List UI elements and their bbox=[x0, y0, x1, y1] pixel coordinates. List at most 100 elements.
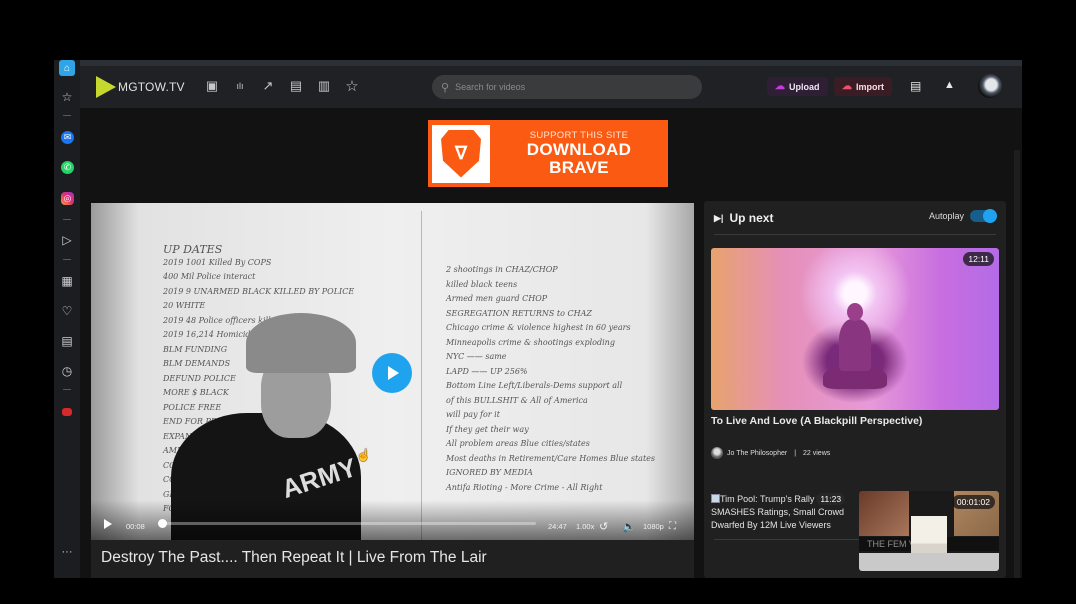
whiteboard-note: 2 shootings in CHAZ/CHOP bbox=[446, 265, 558, 274]
whiteboard-note: Chicago crime & violence highest in 60 y… bbox=[446, 323, 631, 332]
youtube-icon[interactable] bbox=[62, 408, 72, 416]
broken-image-icon bbox=[711, 494, 720, 503]
autoplay-control[interactable]: Autoplay bbox=[928, 209, 997, 223]
ad-headline-2: BRAVE bbox=[549, 158, 609, 177]
whiteboard-note: LAPD —— UP 256% bbox=[446, 366, 528, 376]
autoplay-toggle[interactable] bbox=[970, 209, 997, 223]
star-icon[interactable]: ☆ bbox=[344, 78, 360, 95]
page-scrollbar[interactable] bbox=[1014, 150, 1020, 578]
brave-ad-banner[interactable]: ᐁ SUPPORT THIS SITE DOWNLOAD BRAVE bbox=[428, 120, 668, 187]
presenter-cap bbox=[246, 313, 356, 373]
up-next-header: ▶| Up next bbox=[714, 211, 773, 225]
quality-selector[interactable]: 1080p bbox=[643, 522, 664, 531]
mouse-cursor-icon: ☝ bbox=[356, 448, 371, 462]
figure-body bbox=[839, 319, 871, 371]
favorites-star-icon[interactable]: ☆ bbox=[59, 89, 75, 105]
sidebar-divider bbox=[63, 259, 71, 260]
whiteboard-note: NYC —— same bbox=[446, 352, 507, 361]
brave-logo: ᐁ bbox=[432, 124, 490, 183]
replay-10-icon[interactable]: ↺ bbox=[599, 520, 608, 533]
playback-speed[interactable]: 1.00x bbox=[576, 522, 594, 531]
whiteboard-note: IGNORED BY MEDIA bbox=[446, 468, 533, 477]
figure-head bbox=[847, 303, 863, 321]
history-clock-icon[interactable]: ◷ bbox=[59, 363, 75, 379]
video-thumbnail[interactable]: 12:11 bbox=[711, 248, 999, 410]
channel-avatar[interactable] bbox=[711, 447, 723, 459]
whiteboard-note: Minneapolis crime & shootings exploding bbox=[446, 337, 615, 347]
seek-bar[interactable] bbox=[157, 519, 536, 528]
autoplay-toggle-knob bbox=[983, 209, 997, 223]
up-next-panel: ▶| Up next Autoplay 12:11 To Live And Lo… bbox=[704, 201, 1006, 578]
apps-grid-icon[interactable]: ▦ bbox=[59, 273, 75, 289]
whiteboard-note: 400 Mil Police interact bbox=[163, 272, 256, 281]
play-icon[interactable] bbox=[104, 519, 112, 529]
sidebar-divider bbox=[63, 115, 71, 116]
import-button[interactable]: ☁ Import bbox=[834, 77, 892, 96]
site-logo[interactable]: MGTOW.TV bbox=[96, 76, 185, 98]
player-controls: 00:08 24:47 1.00x ↺ 🔈 1080p ⛶ bbox=[91, 500, 694, 540]
video-thumbnail[interactable]: THE FEM VE GET 00:01:02 bbox=[859, 491, 999, 571]
duration: 24:47 bbox=[548, 522, 567, 531]
whiteboard-note: All problem areas Blue cities/states bbox=[446, 439, 590, 448]
fullscreen-icon[interactable]: ⛶ bbox=[669, 521, 676, 532]
whiteboard-note: of this BULLSHIT & All of America bbox=[446, 395, 588, 405]
user-avatar[interactable] bbox=[978, 74, 1002, 98]
stats-icon[interactable]: ılı bbox=[232, 78, 248, 94]
whiteboard-seam bbox=[421, 211, 422, 540]
search-icon[interactable]: ⚲ bbox=[441, 81, 449, 94]
whiteboard-note: If they get their way bbox=[446, 424, 529, 434]
whiteboard-note: UP DATES bbox=[163, 243, 223, 256]
seek-handle[interactable] bbox=[157, 519, 167, 528]
up-next-label: Up next bbox=[729, 211, 774, 225]
center-play-button[interactable] bbox=[372, 353, 412, 393]
trending-icon[interactable]: ↗ bbox=[260, 78, 276, 94]
logo-play-icon bbox=[96, 76, 116, 98]
whiteboard-note: 2019 9 UNARMED BLACK KILLED BY POLICE bbox=[163, 286, 355, 296]
browser-window: ⌂ ☆ ✉ ✆ ◎ ▷ ▦ ♡ ▤ ◷ ··· MGTOW.TV ▣ ılı ↗… bbox=[54, 60, 1022, 578]
app-launcher-icon[interactable]: ⌂ bbox=[59, 60, 75, 76]
messenger-icon[interactable]: ✉ bbox=[61, 131, 74, 144]
meditation-figure bbox=[823, 303, 887, 403]
duration-badge: 12:11 bbox=[963, 252, 994, 266]
whatsapp-icon[interactable]: ✆ bbox=[61, 161, 74, 174]
whiteboard-note: will pay for it bbox=[446, 410, 500, 419]
whiteboard-note: SEGREGATION RETURNS to CHAZ bbox=[446, 308, 592, 318]
whiteboard-note: Bottom Line Left/Liberals-Dems support a… bbox=[446, 381, 623, 390]
autoplay-label: Autoplay bbox=[928, 211, 964, 221]
thumb-face-left bbox=[859, 491, 909, 536]
upload-button[interactable]: ☁ Upload bbox=[767, 77, 828, 96]
video-meta: Jo The Philosopher | 22 views bbox=[711, 447, 830, 459]
videos-icon[interactable]: ▣ bbox=[204, 78, 220, 94]
send-icon[interactable]: ▷ bbox=[59, 232, 75, 248]
news-icon[interactable]: ▤ bbox=[59, 333, 75, 349]
search-bar[interactable]: ⚲ bbox=[432, 75, 702, 99]
video-title-link[interactable]: Tim Pool: Trump's Rally 11:23 SMASHES Rat… bbox=[711, 493, 856, 532]
more-options-icon[interactable]: ··· bbox=[59, 544, 75, 560]
header-nav: ▣ ılı ↗ ▤ ▥ ☆ bbox=[204, 78, 360, 95]
whiteboard-note: 2019 1001 Killed By COPS bbox=[163, 257, 272, 267]
whiteboard-note: 20 WHITE bbox=[163, 301, 206, 310]
cloud-import-icon: ☁ bbox=[842, 81, 852, 92]
notifications-bell-icon[interactable]: ▲ bbox=[944, 79, 955, 91]
upload-label: Upload bbox=[789, 81, 820, 92]
messages-icon[interactable]: ▤ bbox=[910, 79, 921, 93]
sidebar-divider bbox=[63, 389, 71, 390]
volume-icon[interactable]: 🔈 bbox=[622, 520, 636, 533]
cloud-upload-icon: ☁ bbox=[775, 81, 785, 92]
whiteboard-note: Antifa Rioting - More Crime - All Right bbox=[446, 482, 603, 492]
video-title-link[interactable]: To Live And Love (A Blackpill Perspectiv… bbox=[711, 415, 922, 427]
layout-icon[interactable]: ▤ bbox=[288, 78, 304, 94]
skip-next-icon: ▶| bbox=[714, 212, 724, 223]
instagram-icon[interactable]: ◎ bbox=[61, 192, 74, 205]
current-time: 00:08 bbox=[126, 522, 145, 531]
film-icon[interactable]: ▥ bbox=[316, 78, 332, 94]
video-title: Destroy The Past.... Then Repeat It | Li… bbox=[91, 540, 694, 578]
video-player[interactable]: UP DATES 2019 1001 Killed By COPS 400 Mil … bbox=[91, 203, 694, 540]
channel-name[interactable]: Jo The Philosopher bbox=[727, 450, 787, 457]
sidebar-divider bbox=[63, 219, 71, 220]
logo-text: MGTOW.TV bbox=[118, 80, 185, 94]
view-count: 22 views bbox=[803, 449, 831, 457]
heart-icon[interactable]: ♡ bbox=[59, 303, 75, 319]
search-input[interactable] bbox=[455, 82, 676, 92]
video-title-rest: SMASHES Ratings, Small Crowd Dwarfed By … bbox=[711, 507, 845, 530]
